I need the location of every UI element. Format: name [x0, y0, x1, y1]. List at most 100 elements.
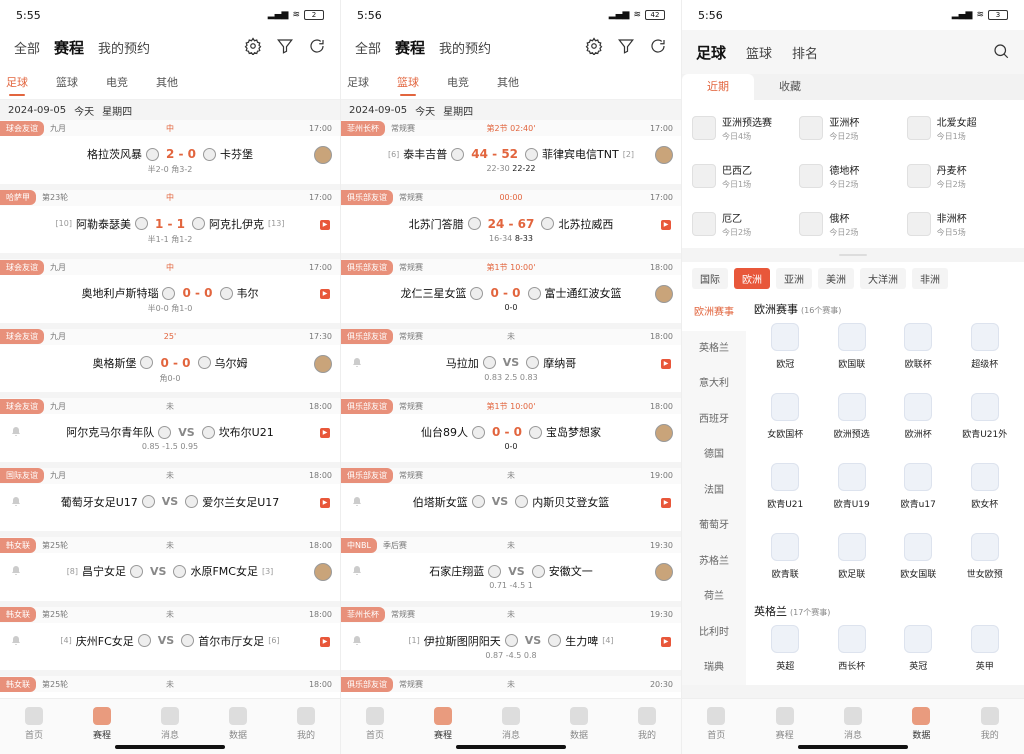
country-item[interactable]: 比利时: [682, 615, 746, 651]
nav-tab[interactable]: 全部: [14, 38, 40, 57]
filter-icon[interactable]: [617, 37, 635, 58]
competition-item[interactable]: 欧冠: [752, 321, 819, 391]
match-card[interactable]: 球会友谊 九月 中 17:00 格拉茨风暴 2 - 0 卡芬堡 半2-0 角3-2: [0, 120, 340, 190]
competition-item[interactable]: 英超: [752, 623, 819, 693]
gear-icon[interactable]: [244, 36, 262, 58]
recent-league[interactable]: 厄乙 今日2场: [692, 204, 799, 244]
drag-handle[interactable]: [682, 248, 1024, 262]
sport-tab[interactable]: 其他: [156, 66, 178, 98]
competition-item[interactable]: 欧联杯: [885, 321, 952, 391]
nav-tab[interactable]: 赛程: [395, 37, 425, 58]
match-card[interactable]: 哈萨甲 第23轮 中 17:00 [10] 阿勒泰瑟美 1 - 1 阿克扎伊克 [13] 半1-1…: [0, 189, 340, 259]
competition-item[interactable]: 欧青U21外: [952, 391, 1019, 461]
bell-icon[interactable]: [10, 565, 22, 577]
recent-league[interactable]: 亚洲杯 今日2场: [799, 108, 906, 148]
recent-league[interactable]: 丹麦杯 今日2场: [906, 156, 1014, 196]
tab-data[interactable]: 数据: [228, 707, 247, 754]
country-item[interactable]: 荷兰: [682, 579, 746, 615]
match-list[interactable]: 球会友谊 九月中 17:00 格拉茨风暴 2 - 0 卡芬堡 半2-0 角3-2 哈萨甲 第23…: [0, 120, 340, 698]
match-card[interactable]: 菲州长杯 常规赛 未 19:30 [1] 伊拉斯图阴阳天 VS 生力啤 [4] 0.87 -4.5…: [341, 606, 681, 676]
search-icon[interactable]: [992, 42, 1010, 63]
tab-schedule[interactable]: 赛程: [433, 707, 452, 754]
match-card[interactable]: 韩女联 第25轮 未 18:00: [0, 676, 340, 698]
video-badge-icon[interactable]: ▶: [320, 289, 330, 299]
competition-item[interactable]: 英甲: [952, 623, 1019, 693]
bell-icon[interactable]: [10, 496, 22, 508]
bell-icon[interactable]: [351, 496, 363, 508]
bell-icon[interactable]: [10, 635, 22, 647]
recent-league[interactable]: 非洲杯 今日5场: [906, 204, 1014, 244]
recent-league[interactable]: 亚洲预选赛 今日4场: [692, 108, 799, 148]
recent-league[interactable]: 巴西乙 今日1场: [692, 156, 799, 196]
country-item[interactable]: 葡萄牙: [682, 508, 746, 544]
video-badge-icon[interactable]: ▶: [661, 219, 671, 230]
competition-item[interactable]: 欧国联: [819, 321, 886, 391]
match-card[interactable]: 俱乐部友谊 常规赛 00:00 17:00 北苏门答腊 24 - 67 北苏拉威西 16-34…: [341, 189, 681, 259]
country-item[interactable]: 法国: [682, 473, 746, 509]
recent-league[interactable]: 北爱女超 今日1场: [906, 108, 1014, 148]
region-tab[interactable]: 非洲: [912, 268, 948, 289]
sport-tab[interactable]: 篮球: [397, 66, 419, 98]
tab-profile[interactable]: 我的: [980, 707, 999, 754]
match-card[interactable]: 韩女联 第25轮 未 18:00 [8] 昌宁女足 VS 水原FMC女足 [3]: [0, 537, 340, 607]
recent-league[interactable]: 德地杯 今日2场: [799, 156, 906, 196]
tab-schedule[interactable]: 赛程: [775, 707, 794, 754]
tab-data[interactable]: 数据: [912, 707, 930, 754]
bell-icon[interactable]: [351, 635, 363, 647]
match-card[interactable]: 菲州长杯 常规赛 第2节 02:40' 17:00 [6] 泰丰吉普 44 - 52 菲律宾电…: [341, 120, 681, 190]
video-badge-icon[interactable]: ▶: [320, 428, 330, 438]
match-card[interactable]: 俱乐部友谊 常规赛 未 20:30: [341, 676, 681, 698]
match-card[interactable]: 国际友谊 九月 未 18:00 葡萄牙女足U17 VS 爱尔兰女足U17 ▶: [0, 467, 340, 537]
tab-home[interactable]: 首页: [707, 707, 725, 754]
country-item[interactable]: 英格兰: [682, 331, 746, 367]
gear-icon[interactable]: [585, 36, 603, 58]
country-item[interactable]: 瑞典: [682, 650, 746, 686]
tab-home[interactable]: 首页: [24, 707, 43, 754]
video-badge-icon[interactable]: ▶: [320, 636, 330, 647]
team-avatar[interactable]: [314, 563, 332, 581]
competition-item[interactable]: 女欧国杯: [752, 391, 819, 461]
filter-icon[interactable]: [276, 37, 294, 58]
nav-tab[interactable]: 我的预约: [98, 38, 150, 57]
bell-icon[interactable]: [351, 565, 363, 577]
sport-tab[interactable]: 电竞: [106, 66, 128, 98]
region-tab[interactable]: 欧洲: [734, 268, 770, 289]
tab-profile[interactable]: 我的: [637, 707, 656, 754]
video-badge-icon[interactable]: ▶: [320, 497, 330, 508]
nav-tab[interactable]: 赛程: [54, 37, 84, 58]
team-avatar[interactable]: [655, 285, 673, 303]
competition-item[interactable]: 欧洲杯: [885, 391, 952, 461]
match-card[interactable]: 球会友谊 九月 25' 17:30 奥格斯堡 0 - 0 乌尔姆 角0-0: [0, 328, 340, 398]
sport-tab[interactable]: 其他: [497, 66, 519, 98]
nav-tab[interactable]: 篮球: [746, 43, 772, 62]
match-card[interactable]: 俱乐部友谊 常规赛 未 19:00 伯塔斯女篮 VS 内斯贝艾登女篮 ▶: [341, 467, 681, 537]
sport-tab[interactable]: 篮球: [56, 66, 78, 98]
tab-home[interactable]: 首页: [365, 707, 384, 754]
refresh-icon[interactable]: [308, 37, 326, 58]
nav-tab[interactable]: 足球: [696, 42, 726, 63]
team-avatar[interactable]: [655, 563, 673, 581]
competition-item[interactable]: 欧女杯: [952, 461, 1019, 531]
tab-profile[interactable]: 我的: [296, 707, 315, 754]
tab-data[interactable]: 数据: [569, 707, 588, 754]
competition-item[interactable]: 世女欧预: [952, 531, 1019, 601]
video-badge-icon[interactable]: ▶: [661, 636, 671, 647]
country-item[interactable]: 苏格兰: [682, 544, 746, 580]
video-badge-icon[interactable]: ▶: [661, 497, 671, 508]
competition-item[interactable]: 英冠: [885, 623, 952, 693]
competition-item[interactable]: 西长杯: [819, 623, 886, 693]
match-card[interactable]: 韩女联 第25轮 未 18:00 [4] 庆州FC女足 VS 首尔市厅女足 [6] ▶: [0, 606, 340, 676]
team-avatar[interactable]: [314, 146, 332, 164]
sport-tab[interactable]: 足球: [347, 66, 369, 98]
region-tab[interactable]: 大洋洲: [860, 268, 906, 289]
competition-item[interactable]: 欧青U19: [819, 461, 886, 531]
team-avatar[interactable]: [655, 424, 673, 442]
team-avatar[interactable]: [655, 146, 673, 164]
match-card[interactable]: 中NBL 季后赛 未 19:30 石家庄翔蓝 VS 安徽文一 0.71 -4.5 1: [341, 537, 681, 607]
region-tab[interactable]: 国际: [692, 268, 728, 289]
recent-tab[interactable]: 近期: [682, 74, 754, 100]
match-card[interactable]: 俱乐部友谊 常规赛 未 18:00 马拉加 VS 摩纳哥 0.83 2.5 0.83 ▶: [341, 328, 681, 398]
team-avatar[interactable]: [314, 354, 332, 373]
tab-schedule[interactable]: 赛程: [92, 707, 111, 754]
region-tab[interactable]: 亚洲: [776, 268, 812, 289]
